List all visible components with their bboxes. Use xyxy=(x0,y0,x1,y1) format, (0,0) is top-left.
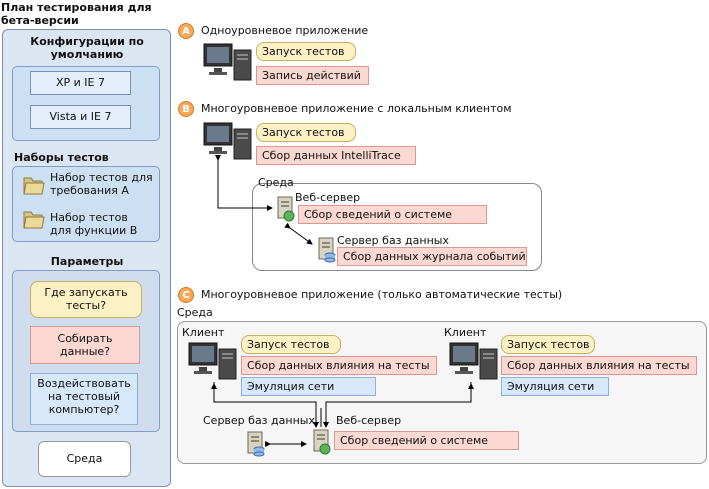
connector-lines xyxy=(211,155,474,447)
c-client2-web-connector xyxy=(323,382,472,428)
b-web-db-connector xyxy=(284,222,313,245)
b-client-web-connector xyxy=(215,155,273,211)
c-client1-web-connector xyxy=(213,382,319,428)
